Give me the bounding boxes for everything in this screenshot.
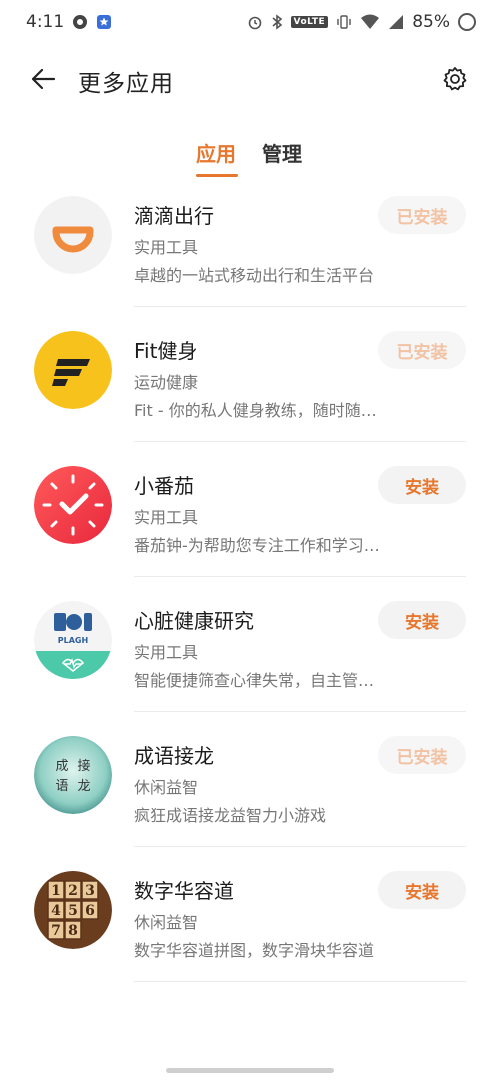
- installed-button[interactable]: 已安装: [378, 331, 466, 369]
- status-left: 4:11: [26, 12, 112, 32]
- app-category: 实用工具: [134, 508, 199, 527]
- soccer-ball-icon: [72, 14, 88, 30]
- idiom-char: 语: [55, 779, 68, 794]
- divider: [134, 981, 466, 982]
- heart-icon-label: PLAGH: [58, 636, 88, 645]
- list-item[interactable]: 滴滴出行 实用工具 卓越的一站式移动出行和生活平台 已安装: [0, 172, 500, 307]
- puzzle-tile: 5: [68, 903, 78, 919]
- puzzle-tile: 4: [51, 903, 61, 919]
- home-indicator[interactable]: [166, 1068, 334, 1073]
- back-button[interactable]: [28, 64, 58, 94]
- list-item[interactable]: 1 2 3 4 5 6 7 8 数字华容道 休闲益智 数字华容道拼图，数字滑块华…: [0, 847, 500, 982]
- wifi-icon: [360, 14, 380, 30]
- app-description: 疯狂成语接龙益智力小游戏: [134, 806, 327, 825]
- app-name: 心脏健康研究: [134, 609, 254, 633]
- puzzle-tile: 3: [85, 883, 95, 899]
- app-category: 实用工具: [134, 238, 199, 257]
- installed-button[interactable]: 已安装: [378, 196, 466, 234]
- list-item[interactable]: 成 接 语 龙 成语接龙 休闲益智 疯狂成语接龙益智力小游戏 已安装: [0, 712, 500, 847]
- app-description: 卓越的一站式移动出行和生活平台: [134, 266, 375, 285]
- vibrate-icon: [336, 14, 352, 30]
- settings-button[interactable]: [440, 64, 470, 94]
- puzzle-tile: 6: [85, 903, 95, 919]
- app-name: 成语接龙: [134, 744, 214, 768]
- volte-icon: VoLTE: [290, 16, 329, 28]
- puzzle-tile: 1: [51, 883, 61, 899]
- app-description: 智能便捷筛查心律失常，自主管…: [134, 671, 375, 690]
- install-button[interactable]: 安装: [378, 466, 466, 504]
- puzzle-tile: 2: [68, 883, 78, 899]
- idiom-char: 成: [55, 759, 68, 774]
- status-time: 4:11: [26, 12, 65, 32]
- bluetooth-icon: [271, 14, 283, 30]
- battery-icon: [458, 13, 476, 31]
- list-item[interactable]: Fit健身 运动健康 Fit - 你的私人健身教练，随时随… 已安装: [0, 307, 500, 442]
- idiom-char: 接: [77, 758, 90, 774]
- tomato-clock-icon: [34, 466, 112, 544]
- alarm-icon: [247, 14, 263, 30]
- app-description: 番茄钟-为帮助您专注工作和学习…: [134, 536, 380, 555]
- install-button[interactable]: 安装: [378, 601, 466, 639]
- app-description: 数字华容道拼图，数字滑块华容道: [134, 941, 375, 960]
- idiom-char: 龙: [77, 779, 90, 794]
- page-title: 更多应用: [78, 71, 174, 97]
- status-bar: 4:11 VoLTE 85%: [0, 0, 500, 44]
- puzzle-tile: 8: [68, 923, 78, 939]
- signal-icon: [388, 14, 404, 30]
- app-category: 运动健康: [134, 373, 199, 392]
- install-button[interactable]: 安装: [378, 871, 466, 909]
- star-badge-icon: [96, 14, 112, 30]
- fit-logo-icon: [34, 331, 112, 409]
- app-name: 数字华容道: [134, 879, 234, 903]
- app-name: Fit健身: [134, 339, 198, 363]
- app-name: 小番茄: [134, 474, 194, 498]
- installed-button[interactable]: 已安装: [378, 736, 466, 774]
- app-category: 实用工具: [134, 643, 199, 662]
- app-category: 休闲益智: [134, 778, 199, 797]
- app-header: 更多应用: [0, 52, 500, 108]
- tab-apps[interactable]: 应用: [196, 138, 236, 167]
- app-category: 休闲益智: [134, 913, 199, 932]
- list-item[interactable]: PLAGH 心脏健康研究 实用工具 智能便捷筛查心律失常，自主管… 安装: [0, 577, 500, 712]
- arrow-left-icon: [31, 68, 56, 90]
- app-name: 滴滴出行: [134, 204, 214, 228]
- app-list: 滴滴出行 实用工具 卓越的一站式移动出行和生活平台 已安装 Fit健身 运动健康…: [0, 172, 500, 982]
- status-right: VoLTE 85%: [247, 12, 476, 32]
- battery-percent: 85%: [412, 12, 450, 32]
- gear-icon: [443, 67, 467, 91]
- idiom-game-icon: 成 接 语 龙: [34, 736, 112, 814]
- number-puzzle-icon: 1 2 3 4 5 6 7 8: [34, 871, 112, 949]
- heart-health-icon: PLAGH: [34, 601, 112, 679]
- tab-manage[interactable]: 管理: [262, 138, 302, 167]
- list-item[interactable]: 小番茄 实用工具 番茄钟-为帮助您专注工作和学习… 安装: [0, 442, 500, 577]
- app-description: Fit - 你的私人健身教练，随时随…: [134, 401, 377, 420]
- didi-logo-icon: [34, 196, 112, 274]
- puzzle-tile: 7: [51, 923, 61, 939]
